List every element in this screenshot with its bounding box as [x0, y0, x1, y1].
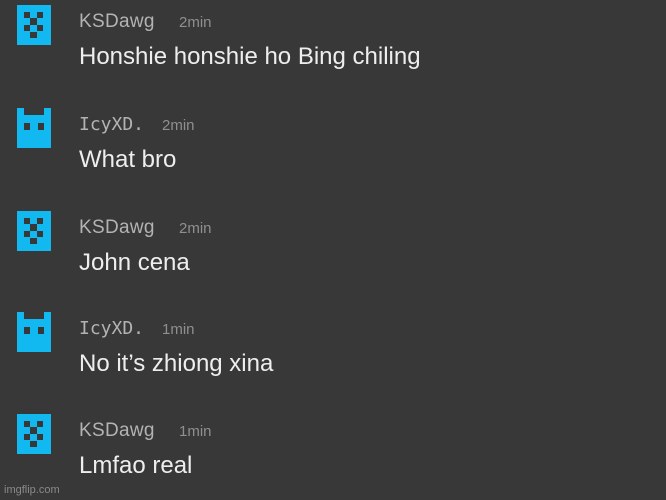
chat-message: KSDawg 1min Lmfao real	[0, 409, 666, 499]
username[interactable]: IcyXD.	[79, 114, 144, 135]
username[interactable]: KSDawg	[79, 217, 155, 239]
timestamp: 2min	[179, 220, 212, 237]
message-text: John cena	[79, 249, 190, 276]
message-text: Lmfao real	[79, 452, 193, 479]
timestamp: 1min	[179, 423, 212, 440]
timestamp: 2min	[162, 117, 195, 134]
chat-message: KSDawg 2min John cena	[0, 206, 666, 296]
username[interactable]: KSDawg	[79, 420, 155, 442]
pixel-cat-icon[interactable]	[17, 312, 51, 352]
timestamp: 2min	[179, 14, 212, 31]
chat-message: IcyXD. 2min What bro	[0, 103, 666, 193]
pixel-cat-icon[interactable]	[17, 108, 51, 148]
chat-message: IcyXD. 1min No it’s zhiong xina	[0, 307, 666, 397]
checker-pixel-icon[interactable]	[17, 414, 51, 454]
checker-pixel-icon[interactable]	[17, 211, 51, 251]
message-text: Honshie honshie ho Bing chiling	[79, 43, 421, 70]
message-text: No it’s zhiong xina	[79, 350, 274, 377]
username[interactable]: KSDawg	[79, 11, 155, 33]
username[interactable]: IcyXD.	[79, 318, 144, 339]
chat-message: KSDawg 2min Honshie honshie ho Bing chil…	[0, 0, 666, 90]
message-text: What bro	[79, 146, 177, 173]
imgflip-watermark: imgflip.com	[4, 484, 60, 496]
checker-pixel-icon[interactable]	[17, 5, 51, 45]
timestamp: 1min	[162, 321, 195, 338]
chat-log: KSDawg 2min Honshie honshie ho Bing chil…	[0, 0, 666, 500]
